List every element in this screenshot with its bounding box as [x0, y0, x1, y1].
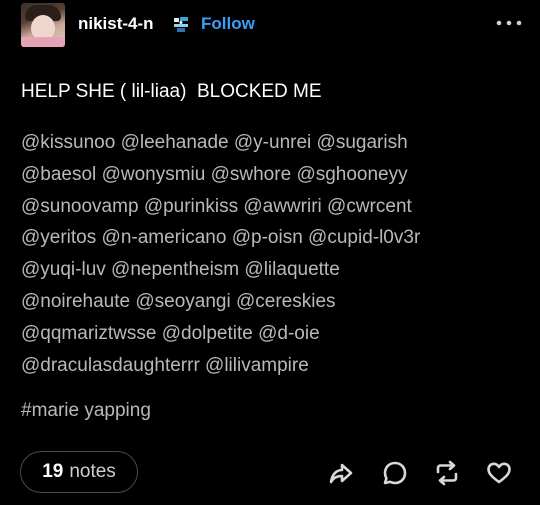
mention-link[interactable]: @yeritos: [21, 227, 96, 248]
post-card: nikist-4-n Follow HELP SHE ( lil-liaa) B…: [0, 0, 540, 505]
mention-link[interactable]: @sghooneyy: [296, 164, 407, 185]
more-dots-icon[interactable]: [494, 16, 524, 30]
like-icon: [487, 462, 511, 484]
mention-link[interactable]: @kissunoo: [21, 132, 115, 153]
mention-line: @kissunoo @leehanade @y-unrei @sugarish: [21, 127, 531, 159]
post-tag[interactable]: #marie yapping: [21, 400, 151, 422]
mention-link[interactable]: @y-unrei: [234, 132, 311, 153]
mention-link[interactable]: @awwriri: [243, 196, 321, 217]
like-button[interactable]: [485, 459, 513, 487]
mention-link[interactable]: @lilaquette: [244, 259, 339, 280]
mention-link[interactable]: @leehanade: [121, 132, 229, 153]
mention-link[interactable]: @lilivampire: [205, 355, 309, 376]
mention-link[interactable]: @sunoovamp: [21, 196, 139, 217]
mention-link[interactable]: @cwrcent: [327, 196, 412, 217]
mention-link[interactable]: @nepentheism: [111, 259, 239, 280]
notes-button[interactable]: 19 notes: [20, 451, 138, 493]
notes-label: notes: [69, 461, 116, 482]
share-icon: [329, 463, 353, 484]
mention-line: @yuqi-luv @nepentheism @lilaquette: [21, 254, 531, 286]
mention-link[interactable]: @cereskies: [236, 291, 336, 312]
reply-icon: [383, 461, 407, 485]
mention-link[interactable]: @yuqi-luv: [21, 259, 106, 280]
reblog-icon: [436, 460, 458, 486]
mention-link[interactable]: @seoyangi: [135, 291, 230, 312]
mention-link[interactable]: @draculasdaughterrr: [21, 355, 200, 376]
mention-link[interactable]: @purinkiss: [144, 196, 238, 217]
mention-link[interactable]: @sugarish: [317, 132, 408, 153]
mention-link[interactable]: @noirehaute: [21, 291, 130, 312]
post-title: HELP SHE ( lil-liaa) BLOCKED ME: [21, 81, 322, 102]
mention-link[interactable]: @n-americano: [102, 227, 227, 248]
mention-line: @draculasdaughterrr @lilivampire: [21, 350, 531, 382]
reblog-button[interactable]: [433, 459, 461, 487]
post-header: nikist-4-n Follow: [0, 0, 540, 48]
mention-line: @noirehaute @seoyangi @cereskies: [21, 286, 531, 318]
mention-link[interactable]: @d-oie: [258, 323, 320, 344]
notes-count: 19: [42, 461, 64, 482]
mention-link[interactable]: @qqmariztwsse: [21, 323, 156, 344]
mention-line: @baesol @wonysmiu @swhore @sghooneyy: [21, 159, 531, 191]
reply-button[interactable]: [381, 459, 409, 487]
mention-link[interactable]: @p-oisn: [232, 227, 303, 248]
mention-link[interactable]: @wonysmiu: [102, 164, 206, 185]
mentions-block: @kissunoo @leehanade @y-unrei @sugarish @…: [21, 127, 531, 381]
mention-line: @qqmariztwsse @dolpetite @d-oie: [21, 318, 531, 350]
mention-line: @yeritos @n-americano @p-oisn @cupid-l0v…: [21, 222, 531, 254]
mention-line: @sunoovamp @purinkiss @awwriri @cwrcent: [21, 191, 531, 223]
username-link[interactable]: nikist-4-n: [78, 14, 154, 34]
avatar[interactable]: [21, 3, 65, 47]
mention-link[interactable]: @baesol: [21, 164, 96, 185]
mention-link[interactable]: @cupid-l0v3r: [308, 227, 420, 248]
share-button[interactable]: [327, 459, 355, 487]
follow-button[interactable]: Follow: [201, 14, 255, 34]
collectible-badge-icon[interactable]: [171, 14, 191, 34]
mention-link[interactable]: @dolpetite: [162, 323, 253, 344]
mention-link[interactable]: @swhore: [211, 164, 292, 185]
